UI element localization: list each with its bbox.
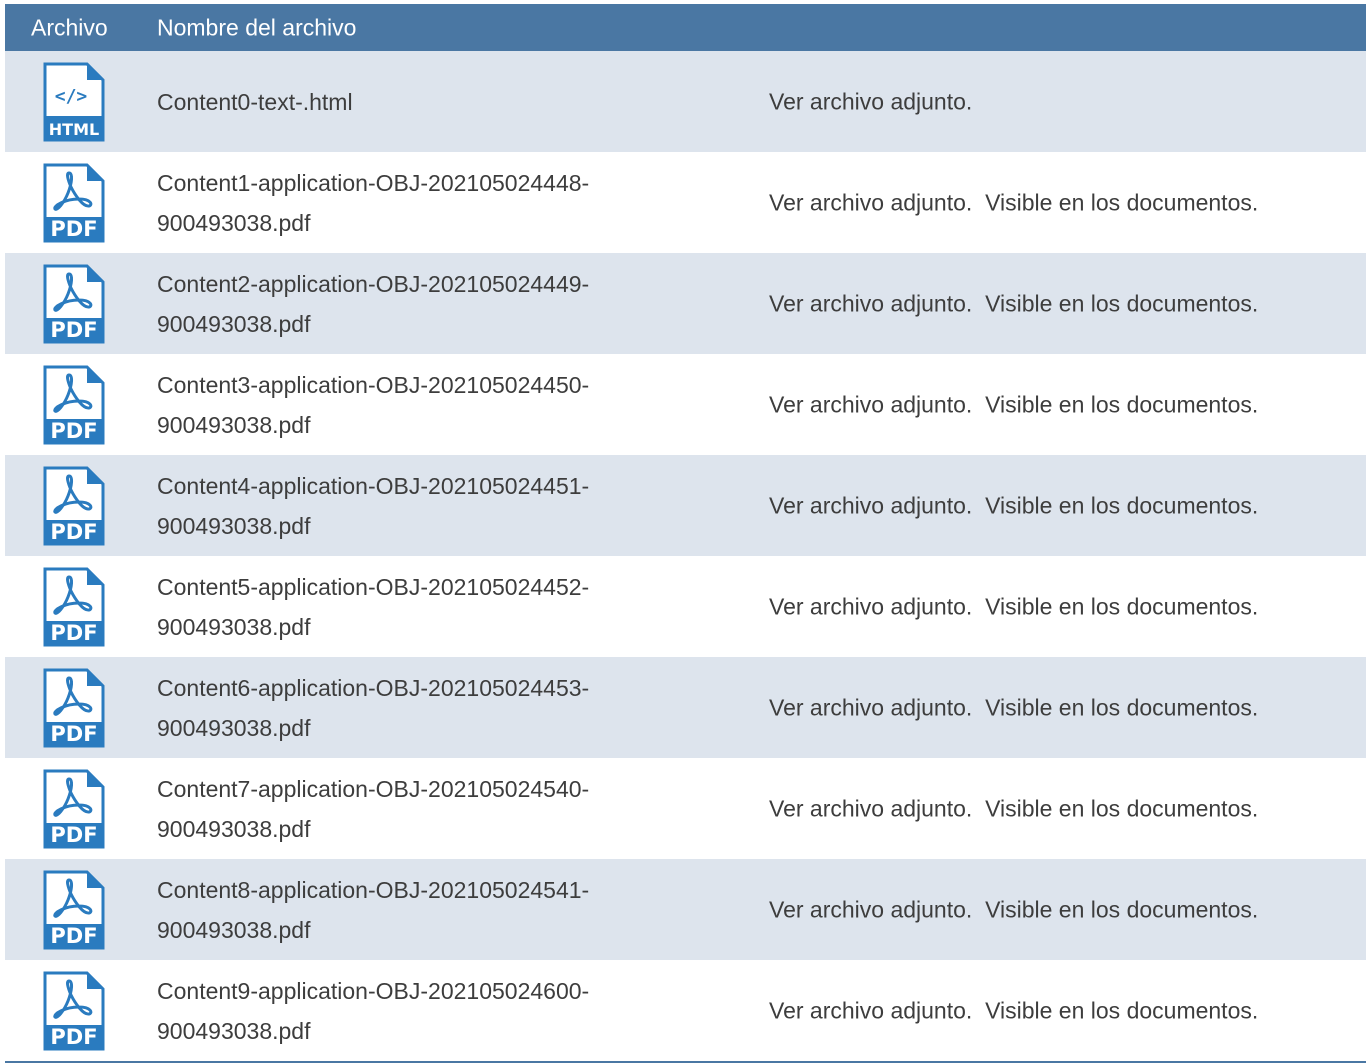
file-description: Ver archivo adjunto. Visible en los docu…: [769, 290, 1259, 316]
file-description: Ver archivo adjunto. Visible en los docu…: [769, 795, 1259, 821]
pdf-file-icon[interactable]: PDF: [43, 365, 105, 445]
table-row: PDF Content1-application-OBJ-202105024448…: [5, 152, 1366, 253]
file-name-line1: Content6-application-OBJ-202105024453-: [157, 674, 590, 701]
table-row: PDF Content6-application-OBJ-202105024453…: [5, 657, 1366, 758]
icon-label: PDF: [50, 1025, 97, 1049]
file-description: Ver archivo adjunto. Visible en los docu…: [769, 189, 1259, 215]
pdf-file-icon[interactable]: PDF: [43, 466, 105, 546]
table-row: PDF Content4-application-OBJ-202105024451…: [5, 455, 1366, 556]
file-name-line1: Content5-application-OBJ-202105024452-: [157, 573, 590, 600]
file-name[interactable]: Content7-application-OBJ-202105024540- 90…: [157, 769, 589, 849]
table-row: PDF Content5-application-OBJ-202105024452…: [5, 556, 1366, 657]
icon-label: PDF: [50, 722, 97, 746]
file-name-line1: Content1-application-OBJ-202105024448-: [157, 169, 590, 196]
file-name[interactable]: Content8-application-OBJ-202105024541- 90…: [157, 870, 589, 950]
icon-label: PDF: [50, 621, 97, 645]
file-name-line1: Content4-application-OBJ-202105024451-: [157, 472, 590, 499]
file-description: Ver archivo adjunto. Visible en los docu…: [769, 593, 1259, 619]
file-description: Ver archivo adjunto. Visible en los docu…: [769, 492, 1259, 518]
file-description: Ver archivo adjunto. Visible en los docu…: [769, 896, 1259, 922]
header-nombre-del-archivo: Nombre del archivo: [157, 14, 357, 40]
pdf-file-icon[interactable]: PDF: [43, 668, 105, 748]
pdf-file-icon[interactable]: PDF: [43, 870, 105, 950]
file-name-line2: 900493038.pdf: [157, 209, 311, 236]
pdf-file-icon[interactable]: PDF: [43, 567, 105, 647]
header-archivo: Archivo: [31, 14, 108, 40]
file-name-line1: Content0-text-.html: [157, 88, 353, 115]
pdf-file-icon[interactable]: PDF: [43, 264, 105, 344]
file-name-line2: 900493038.pdf: [157, 411, 311, 438]
table-body: </> HTML Content0-text-.html Ver archivo ad…: [5, 51, 1366, 1061]
icon-label: PDF: [50, 520, 97, 544]
file-name-line2: 900493038.pdf: [157, 916, 311, 943]
pdf-file-icon[interactable]: PDF: [43, 163, 105, 243]
table-row: PDF Content9-application-OBJ-202105024600…: [5, 960, 1366, 1061]
html-file-icon[interactable]: </> HTML: [43, 62, 105, 142]
file-name-line1: Content8-application-OBJ-202105024541-: [157, 876, 590, 903]
file-name-line1: Content7-application-OBJ-202105024540-: [157, 775, 590, 802]
file-name-line2: 900493038.pdf: [157, 815, 311, 842]
file-name[interactable]: Content1-application-OBJ-202105024448- 90…: [157, 163, 589, 243]
icon-label: PDF: [50, 924, 97, 948]
file-name-line2: 900493038.pdf: [157, 1017, 311, 1044]
pdf-file-icon[interactable]: PDF: [43, 971, 105, 1051]
file-name[interactable]: Content9-application-OBJ-202105024600- 90…: [157, 971, 589, 1051]
table-header: Archivo Nombre del archivo: [5, 4, 1366, 51]
table-row: PDF Content7-application-OBJ-202105024540…: [5, 758, 1366, 859]
file-name[interactable]: Content6-application-OBJ-202105024453- 90…: [157, 668, 589, 748]
file-name[interactable]: Content2-application-OBJ-202105024449- 90…: [157, 264, 589, 344]
file-name-line1: Content9-application-OBJ-202105024600-: [157, 977, 590, 1004]
file-name-line2: 900493038.pdf: [157, 613, 311, 640]
file-description: Ver archivo adjunto. Visible en los docu…: [769, 694, 1259, 720]
table-row: PDF Content3-application-OBJ-202105024450…: [5, 354, 1366, 455]
file-name[interactable]: Content0-text-.html: [157, 82, 353, 122]
icon-label: HTML: [49, 120, 99, 139]
file-name-line2: 900493038.pdf: [157, 512, 311, 539]
icon-label: PDF: [50, 419, 97, 443]
file-name-line1: Content2-application-OBJ-202105024449-: [157, 270, 590, 297]
icon-label: PDF: [50, 823, 97, 847]
file-name-line2: 900493038.pdf: [157, 310, 311, 337]
table-row: </> HTML Content0-text-.html Ver archivo ad…: [5, 51, 1366, 152]
table-row: PDF Content2-application-OBJ-202105024449…: [5, 253, 1366, 354]
file-description: Ver archivo adjunto.: [769, 88, 973, 114]
attachments-table: Archivo Nombre del archivo </> HTML Conten…: [5, 4, 1366, 1063]
file-name[interactable]: Content5-application-OBJ-202105024452- 90…: [157, 567, 589, 647]
file-name-line2: 900493038.pdf: [157, 714, 311, 741]
file-description: Ver archivo adjunto. Visible en los docu…: [769, 391, 1259, 417]
icon-label: PDF: [50, 217, 97, 241]
pdf-file-icon[interactable]: PDF: [43, 769, 105, 849]
icon-label: PDF: [50, 318, 97, 342]
file-description: Ver archivo adjunto. Visible en los docu…: [769, 997, 1259, 1023]
table-row: PDF Content8-application-OBJ-202105024541…: [5, 859, 1366, 960]
file-name-line1: Content3-application-OBJ-202105024450-: [157, 371, 590, 398]
svg-text:</>: </>: [55, 86, 88, 107]
file-name[interactable]: Content4-application-OBJ-202105024451- 90…: [157, 466, 589, 546]
file-name[interactable]: Content3-application-OBJ-202105024450- 90…: [157, 365, 589, 445]
